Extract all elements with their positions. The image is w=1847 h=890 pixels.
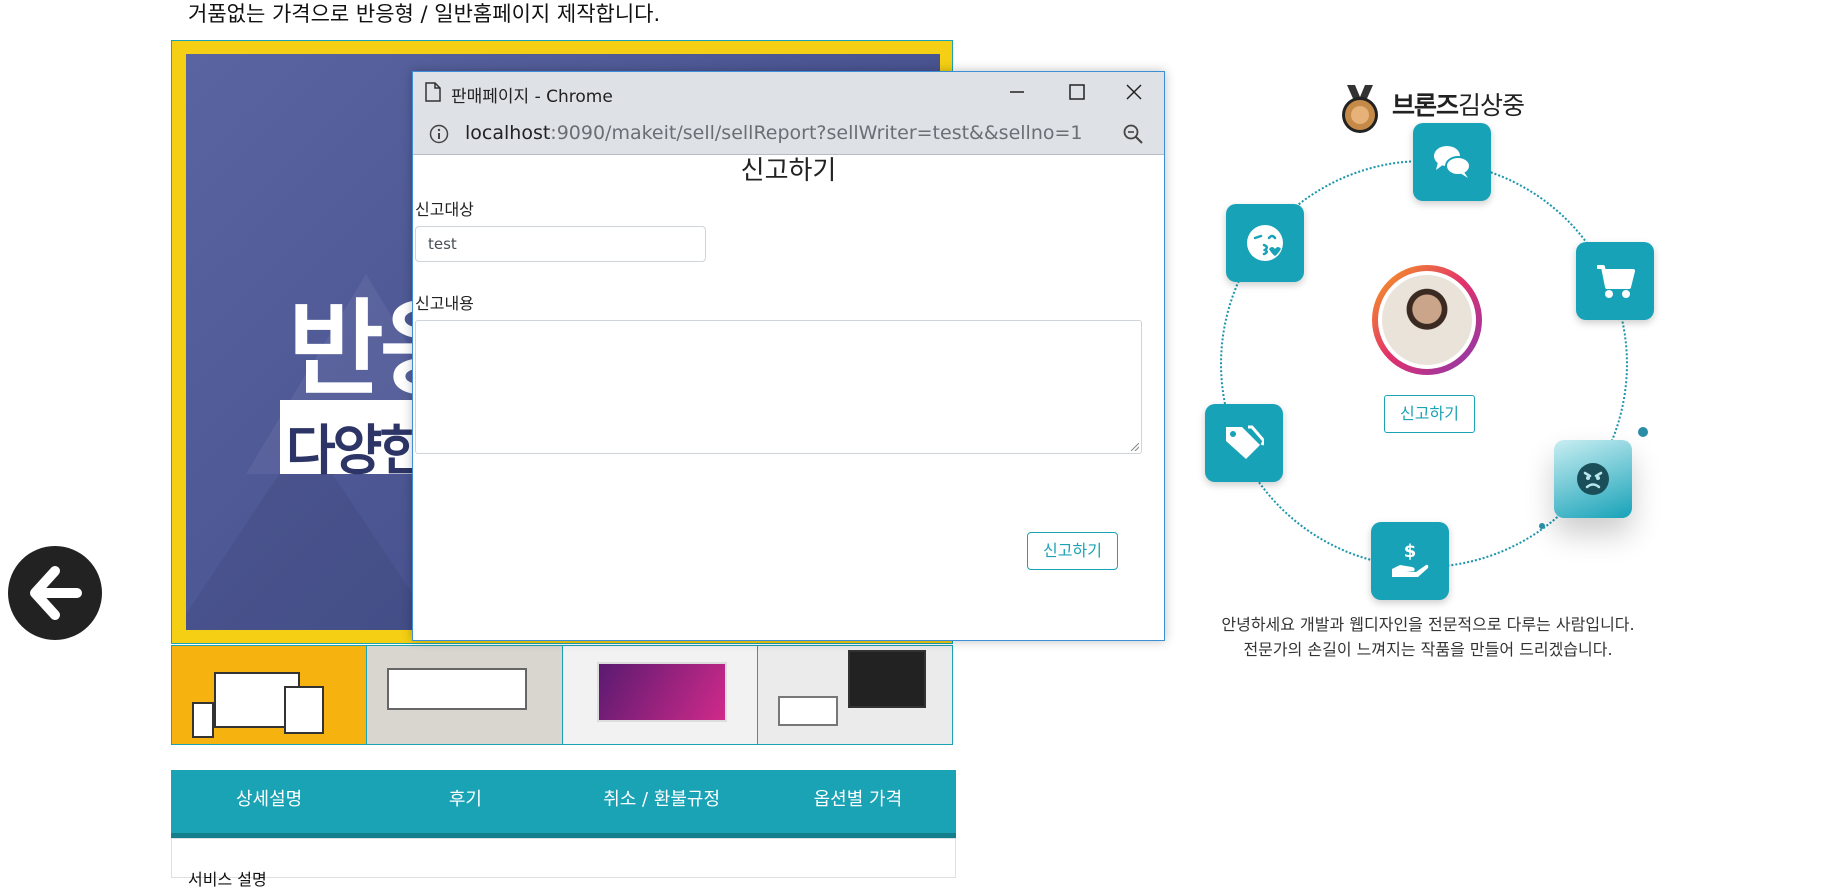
report-popup-window: 판매페이지 - Chrome localhost:9090/makeit/sel… [412,71,1165,641]
service-description: 거품없는 가격으로 반응형 / 일반홈페이지 제작합니다. [188,2,661,26]
tags-icon [1226,425,1264,459]
thumbnail-4[interactable] [757,646,952,744]
maximize-icon [1069,84,1085,100]
phone-mockup [192,702,214,738]
tab-refund-policy[interactable]: 취소 / 환불규정 [564,770,760,833]
paper-mockup [777,696,838,726]
bio-line-2: 전문가의 손길이 느껴지는 작품을 만들어 드리겠습니다. [1243,640,1613,659]
cart-icon [1597,265,1635,298]
tab-detail[interactable]: 상세설명 [171,770,367,833]
back-button[interactable] [8,546,102,640]
grade-label: 브론즈 [1392,91,1459,120]
angry-face-button[interactable] [1554,440,1632,518]
info-icon[interactable] [429,124,449,144]
banner-subline: 다양한 [286,419,429,482]
profile-name: 브론즈김상중 [1392,86,1525,122]
svg-text:$: $ [1404,541,1417,562]
address-bar[interactable]: localhost:9090/makeit/sell/sellReport?se… [413,112,1164,155]
orbit-dot [1539,523,1545,529]
window-titlebar[interactable]: 판매페이지 - Chrome [413,72,1164,112]
close-icon [1126,84,1142,100]
avatar-photo [1378,271,1476,369]
thumbnail-1[interactable] [172,646,368,744]
tablet-mockup [284,686,324,734]
arrow-left-icon [30,566,82,620]
minimize-icon [1010,91,1024,93]
tab-review[interactable]: 후기 [367,770,563,833]
url-host: localhost [465,122,551,144]
avatar [1372,265,1482,375]
avatar-image [1382,275,1472,365]
close-button[interactable] [1104,72,1164,112]
chat-button[interactable] [1413,123,1491,201]
zoom-out-icon[interactable] [1123,124,1143,144]
money-hand-button[interactable]: $ [1371,522,1449,600]
kiss-face-icon [1247,225,1283,261]
detail-tabs: 상세설명 후기 취소 / 환불규정 옵션별 가격 [171,770,956,838]
thumbnail-2[interactable] [367,646,563,744]
chat-icon [1434,146,1471,178]
imac-mockup [847,650,926,708]
minimize-button[interactable] [987,72,1047,112]
money-hand-icon: $ [1392,541,1429,577]
report-submit-button[interactable]: 신고하기 [1027,532,1118,570]
page-icon [425,82,441,102]
url-text[interactable]: localhost:9090/makeit/sell/sellReport?se… [465,122,1083,144]
report-target-field[interactable]: test [415,226,706,262]
orbit-dot [1638,427,1648,437]
bio-line-1: 안녕하세요 개발과 웹디자인을 전문적으로 다루는 사람입니다. [1221,615,1635,634]
angry-face-icon [1577,463,1609,495]
report-form: 신고하기 신고대상 test 신고내용 신고하기 [413,154,1164,640]
content-panel [171,838,956,878]
report-content-label: 신고내용 [415,294,474,313]
seller-bio: 안녕하세요 개발과 웹디자인을 전문적으로 다루는 사람입니다. 전문가의 손길… [1188,612,1668,662]
kiss-face-button[interactable] [1226,204,1304,282]
report-content-textarea[interactable] [415,320,1142,454]
profile-report-button[interactable]: 신고하기 [1384,395,1475,433]
bronze-medal-icon [1342,85,1378,133]
report-target-label: 신고대상 [415,200,474,219]
tags-button[interactable] [1205,404,1283,482]
report-heading: 신고하기 [740,156,837,186]
maximize-button[interactable] [1047,72,1107,112]
content-title: 서비스 설명 [188,870,267,889]
brochure-mockup [387,668,528,710]
cart-button[interactable] [1576,242,1654,320]
monitor-mockup [596,662,727,722]
url-path: :9090/makeit/sell/sellReport?sellWriter=… [550,122,1083,144]
seller-name: 김상중 [1458,91,1525,120]
resize-grip-icon[interactable] [1129,441,1139,451]
tab-option-price[interactable]: 옵션별 가격 [760,770,956,833]
thumbnail-strip [171,645,953,745]
window-title: 판매페이지 - Chrome [451,87,613,107]
thumbnail-3[interactable] [562,646,758,744]
